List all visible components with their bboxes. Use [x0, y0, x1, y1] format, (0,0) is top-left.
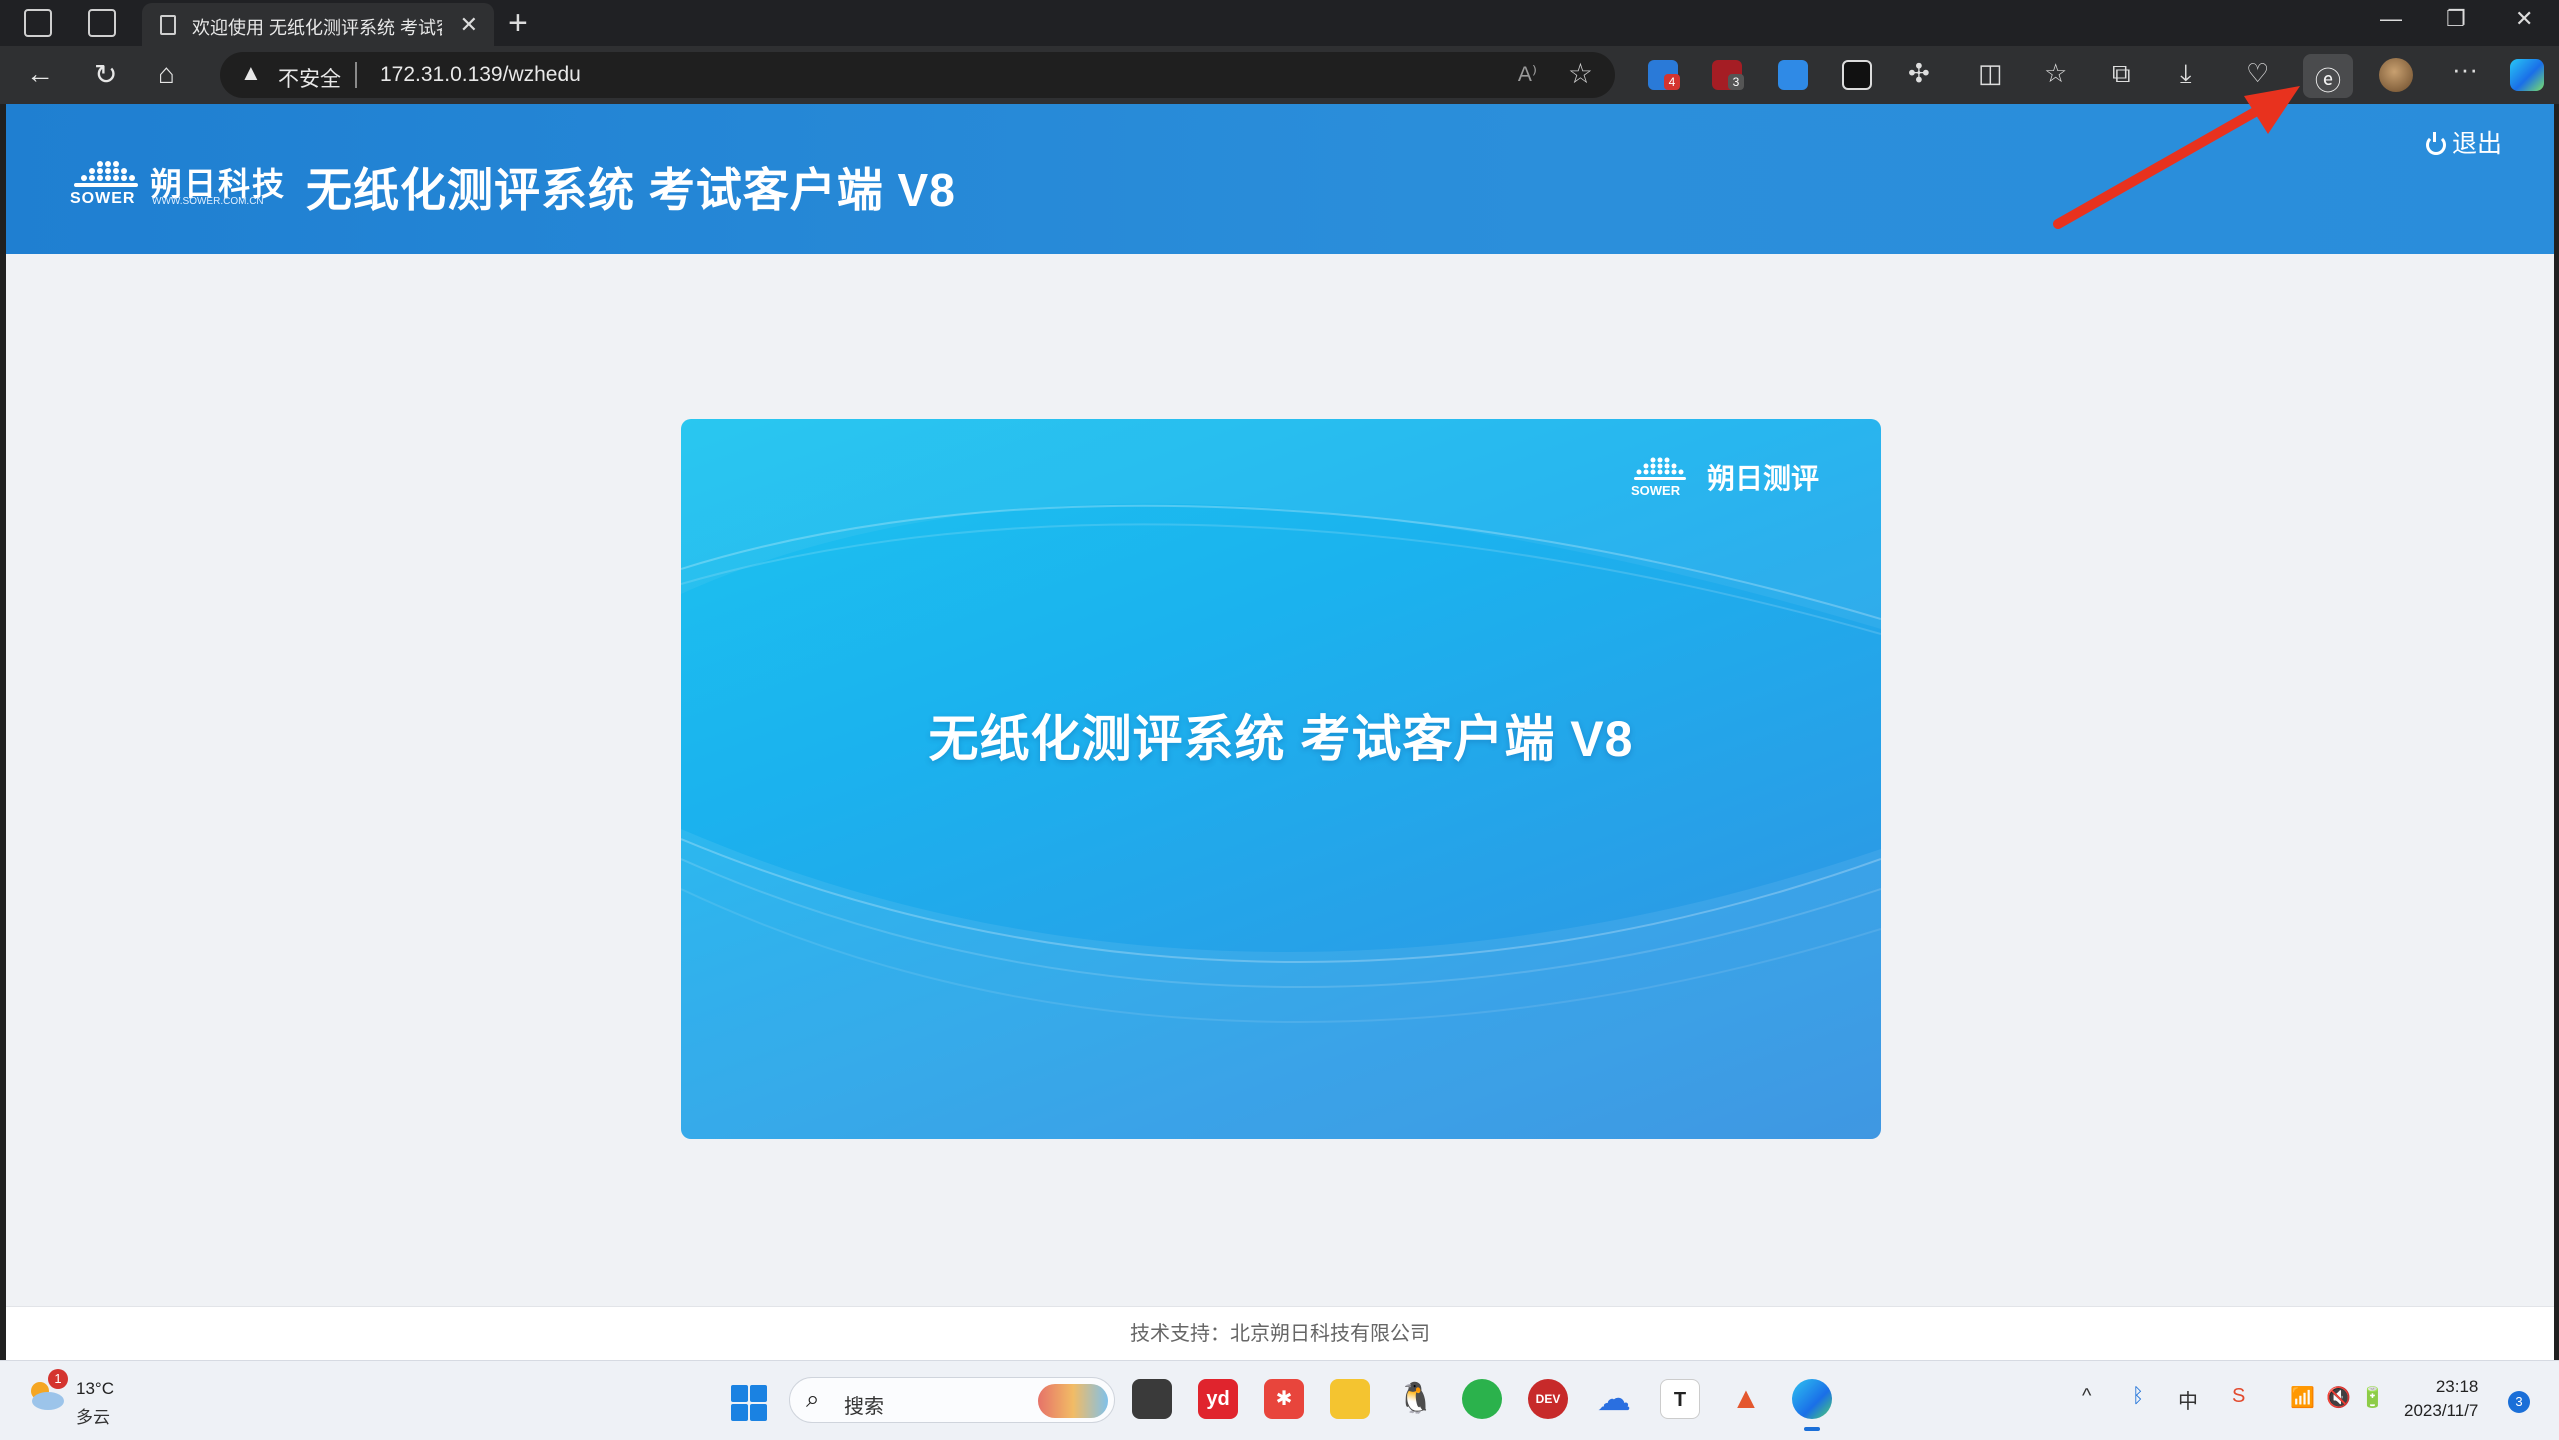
- power-icon: [2425, 132, 2446, 155]
- minimize-icon[interactable]: —: [2380, 6, 2402, 32]
- matlab-icon[interactable]: ▲: [1726, 1379, 1766, 1419]
- refresh-icon[interactable]: ↻: [94, 58, 117, 91]
- logo-url: WWW.SOWER.COM.CN: [152, 196, 264, 207]
- split-screen-icon[interactable]: ◫: [1978, 58, 2003, 89]
- search-highlight-image: [1038, 1384, 1108, 1418]
- banner-title: 无纸化测评系统 考试客户端 V8: [928, 711, 1634, 767]
- bluetooth-icon[interactable]: ᛒ: [2132, 1385, 2144, 1408]
- more-menu-icon[interactable]: ···: [2452, 54, 2478, 85]
- warning-icon: ▲: [240, 60, 262, 85]
- task-view-app-icon[interactable]: [1132, 1379, 1172, 1419]
- back-icon[interactable]: ←: [26, 58, 54, 90]
- app-header: SOWER 朔日科技 WWW.SOWER.COM.CN 无纸化测评系统 考试客户…: [6, 104, 2554, 254]
- new-tab-icon[interactable]: +: [508, 4, 528, 43]
- sower-logo-icon: [1633, 457, 1686, 480]
- read-aloud-icon[interactable]: A⁾: [1518, 62, 1537, 87]
- app-tray-icon[interactable]: S: [2232, 1385, 2245, 1408]
- weather-badge: 1: [48, 1369, 68, 1389]
- card-brand-sub: SOWER: [1630, 483, 1681, 498]
- wifi-icon[interactable]: 📶: [2290, 1385, 2315, 1410]
- tab-title: 欢迎使用 无纸化测评系统 考试客: [192, 18, 442, 38]
- clock-date: 2023/11/7: [2404, 1401, 2479, 1420]
- file-explorer-icon[interactable]: [1330, 1379, 1370, 1419]
- favorites-icon[interactable]: ☆: [2044, 58, 2067, 89]
- extension-badge: 4: [1664, 74, 1680, 90]
- ime-indicator[interactable]: 中: [2178, 1385, 2198, 1414]
- collections-icon[interactable]: ⧉: [2112, 58, 2131, 90]
- tab-active[interactable]: 欢迎使用 无纸化测评系统 考试客 ✕: [142, 3, 494, 46]
- app-title: 无纸化测评系统 考试客户端 V8: [306, 164, 956, 216]
- qq-icon[interactable]: 🐧: [1396, 1379, 1436, 1419]
- extension-1-icon[interactable]: 4: [1648, 60, 1680, 90]
- logo-sower-text: SOWER: [70, 190, 136, 207]
- workspaces-icon[interactable]: [24, 9, 52, 37]
- weather-description[interactable]: 多云: [76, 1403, 110, 1428]
- close-tab-icon[interactable]: ✕: [460, 12, 478, 38]
- address-bar[interactable]: ▲ 不安全 172.31.0.139/wzhedu A⁾ ☆: [220, 52, 1615, 98]
- security-label[interactable]: 不安全: [278, 63, 341, 93]
- extension-4-icon[interactable]: [1842, 60, 1872, 90]
- card-brand-text: 朔日测评: [1706, 463, 1819, 494]
- browser-toolbar: ← ↻ ⌂ ▲ 不安全 172.31.0.139/wzhedu A⁾ ☆ 4 3…: [0, 46, 2559, 104]
- favorite-star-icon[interactable]: ☆: [1568, 57, 1593, 90]
- card-brand: SOWER 朔日测评: [1631, 457, 1819, 498]
- youdao-icon[interactable]: yd: [1198, 1379, 1238, 1419]
- profile-avatar[interactable]: [2379, 58, 2413, 92]
- extension-badge: 3: [1728, 74, 1744, 90]
- wave-background: [681, 419, 1881, 1139]
- divider: [355, 62, 357, 88]
- browser-essentials-icon[interactable]: ♡: [2246, 58, 2269, 89]
- start-button[interactable]: [731, 1385, 767, 1421]
- tab-actions-icon[interactable]: [88, 9, 116, 37]
- browser-tab-strip: 欢迎使用 无纸化测评系统 考试客 ✕ + — ❐ ✕: [0, 0, 2559, 46]
- url-text[interactable]: 172.31.0.139/wzhedu: [380, 63, 581, 87]
- welcome-banner: SOWER 朔日测评 无纸化测评系统 考试客户端 V8: [681, 419, 1881, 1139]
- search-icon: ⌕: [806, 1386, 820, 1413]
- battery-icon[interactable]: 🔋: [2360, 1385, 2385, 1410]
- system-clock[interactable]: 23:18 2023/11/7: [2404, 1375, 2478, 1423]
- weather-temperature[interactable]: 13°C: [76, 1379, 114, 1399]
- ie-mode-icon: ⓔ: [2315, 66, 2342, 96]
- home-icon[interactable]: ⌂: [158, 58, 175, 90]
- windows-taskbar: 1 13°C 多云 ⌕ 搜索 yd ✱ 🐧 DEV ☁ T ▲ ^ ᛒ 中 S …: [0, 1360, 2559, 1440]
- typora-icon[interactable]: T: [1660, 1379, 1700, 1419]
- search-placeholder: 搜索: [844, 1396, 884, 1418]
- onedrive-icon[interactable]: ☁: [1594, 1379, 1634, 1419]
- ie-mode-button[interactable]: ⓔ: [2303, 54, 2353, 98]
- volume-muted-icon[interactable]: 🔇: [2326, 1385, 2351, 1410]
- close-window-icon[interactable]: ✕: [2515, 6, 2533, 32]
- wechat-icon[interactable]: [1462, 1379, 1502, 1419]
- downloads-icon[interactable]: ⤓: [2180, 58, 2192, 90]
- show-hidden-icons[interactable]: ^: [2082, 1385, 2091, 1408]
- logout-button[interactable]: 退出: [2425, 124, 2502, 160]
- edge-icon[interactable]: [1792, 1379, 1832, 1431]
- extension-3-icon[interactable]: [1778, 60, 1808, 90]
- clock-time: 23:18: [2435, 1377, 2479, 1396]
- notification-badge[interactable]: 3: [2508, 1391, 2530, 1413]
- page-viewport: SOWER 朔日科技 WWW.SOWER.COM.CN 无纸化测评系统 考试客户…: [6, 104, 2554, 1360]
- ublock-icon[interactable]: 3: [1712, 60, 1744, 90]
- copilot-icon[interactable]: [2510, 59, 2544, 91]
- page-icon: [160, 15, 176, 35]
- sower-logo-icon: [74, 161, 138, 187]
- dev-cpp-icon[interactable]: DEV: [1528, 1379, 1568, 1419]
- page-footer: 技术支持：北京朔日科技有限公司: [6, 1306, 2554, 1360]
- extensions-puzzle-icon[interactable]: ✣: [1908, 58, 1930, 89]
- logout-label: 退出: [2451, 130, 2502, 158]
- taskbar-search[interactable]: ⌕ 搜索: [789, 1377, 1115, 1423]
- restore-icon[interactable]: ❐: [2446, 6, 2466, 32]
- xmind-icon[interactable]: ✱: [1264, 1379, 1304, 1419]
